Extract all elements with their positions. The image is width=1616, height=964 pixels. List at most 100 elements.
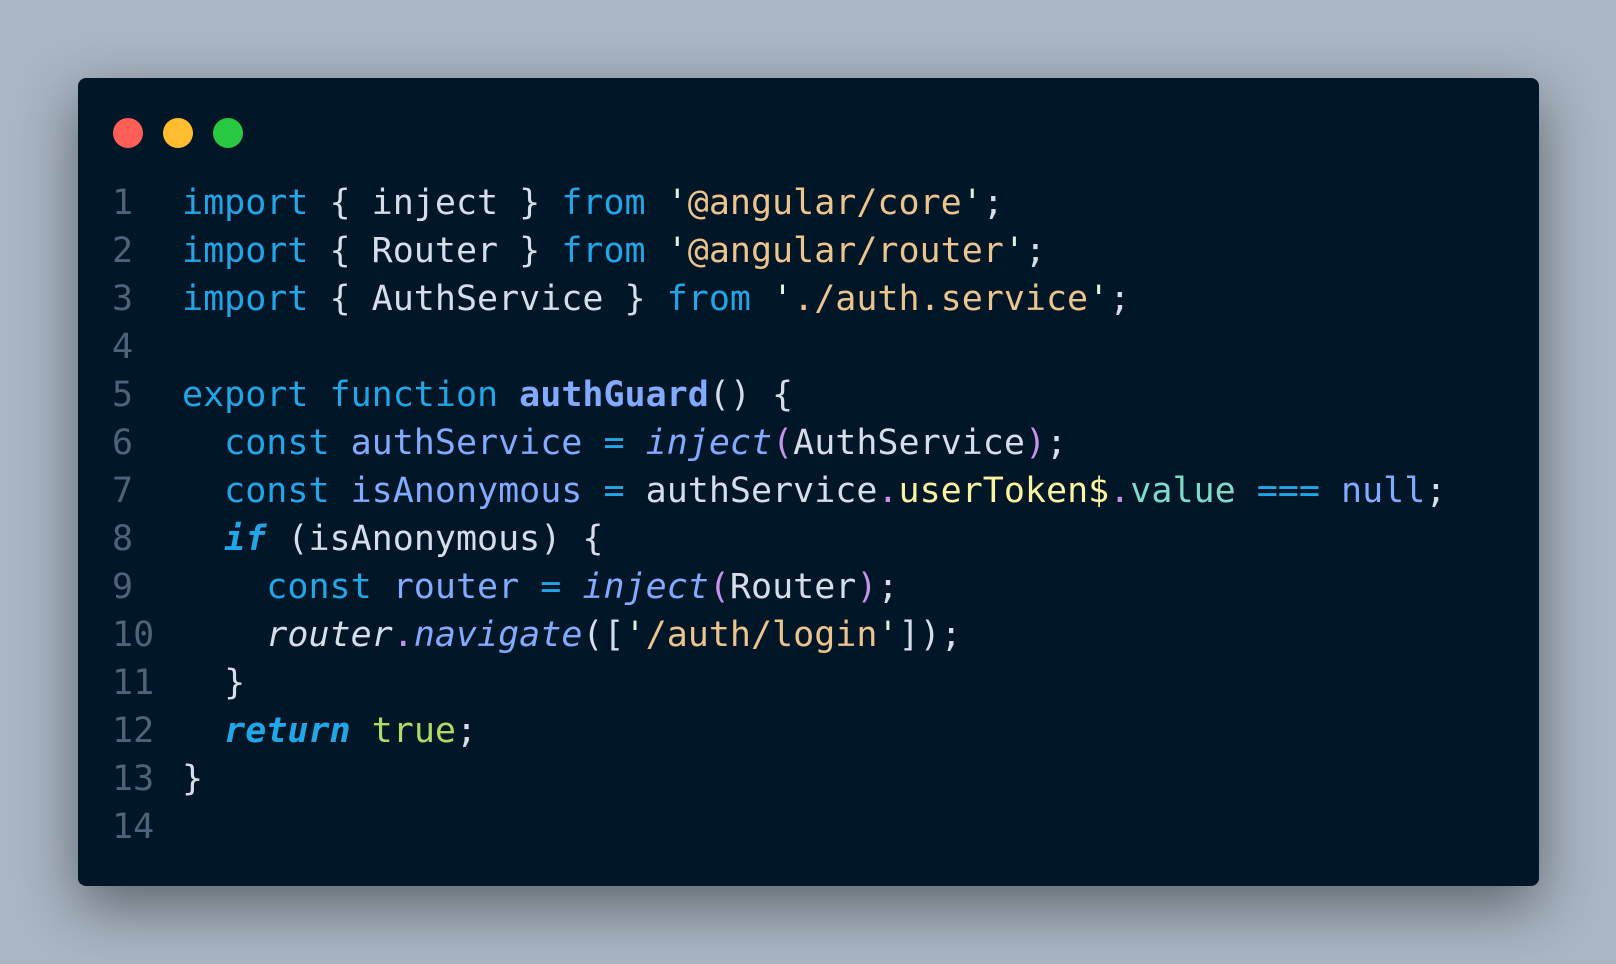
code-text: import { AuthService } from './auth.serv… xyxy=(182,275,1130,323)
code-token: ' xyxy=(666,183,688,223)
code-text: } xyxy=(182,755,203,803)
code-token: . xyxy=(1109,471,1131,511)
line-number: 4 xyxy=(112,327,134,367)
code-token: userToken$ xyxy=(898,471,1110,511)
maximize-icon[interactable] xyxy=(213,118,243,148)
line-number: 13 xyxy=(112,759,155,799)
code-token: @angular/core xyxy=(687,183,962,223)
code-text: if (isAnonymous) { xyxy=(182,515,603,563)
code-token: inject xyxy=(645,423,773,463)
code-token: function xyxy=(329,375,499,415)
code-token: const xyxy=(224,423,330,463)
code-token: . xyxy=(877,471,899,511)
code-token: = xyxy=(540,567,562,607)
code-token: === xyxy=(1256,471,1320,511)
code-token: ' xyxy=(624,615,646,655)
code-token: authService xyxy=(624,471,878,511)
line-number: 9 xyxy=(112,567,134,607)
code-token: ; xyxy=(877,567,899,607)
minimize-icon[interactable] xyxy=(163,118,193,148)
code-token: ( xyxy=(708,567,730,607)
code-token: /auth/login xyxy=(645,615,878,655)
line-number: 3 xyxy=(112,279,134,319)
code-token: value xyxy=(1130,471,1236,511)
code-token: AuthService xyxy=(793,423,1025,463)
code-token: ' xyxy=(961,183,983,223)
code-token: ( xyxy=(772,423,794,463)
code-token: const xyxy=(266,567,372,607)
code-token: = xyxy=(603,423,625,463)
code-line: 12 return true; xyxy=(112,707,1446,755)
code-line: 10 router.navigate(['/auth/login']); xyxy=(112,611,1446,659)
code-text: return true; xyxy=(182,707,477,755)
code-token: authGuard xyxy=(519,375,709,415)
code-token: true xyxy=(371,711,456,751)
code-token: ' xyxy=(666,231,688,271)
code-token: . xyxy=(392,615,414,655)
line-number: 2 xyxy=(112,231,134,271)
code-line: 14 xyxy=(112,803,1446,851)
code-text: const isAnonymous = authService.userToke… xyxy=(182,467,1446,515)
line-number: 12 xyxy=(112,711,155,751)
line-number: 14 xyxy=(112,807,155,847)
line-number: 8 xyxy=(112,519,134,559)
code-line: 5 export function authGuard() { xyxy=(112,371,1446,419)
code-line: 9 const router = inject(Router); xyxy=(112,563,1446,611)
code-token: ' xyxy=(1088,279,1110,319)
code-text: router.navigate(['/auth/login']); xyxy=(182,611,962,659)
code-token: const xyxy=(224,471,330,511)
close-icon[interactable] xyxy=(113,118,143,148)
code-token: isAnonymous xyxy=(350,471,583,511)
line-number: 6 xyxy=(112,423,134,463)
code-line: 2 import { Router } from '@angular/router… xyxy=(112,227,1446,275)
line-number: 1 xyxy=(112,183,134,223)
code-token: ; xyxy=(1425,471,1447,511)
code-token: Router xyxy=(729,567,857,607)
code-token: ]); xyxy=(898,615,962,655)
code-text: const authService = inject(AuthService); xyxy=(182,419,1067,467)
code-token: ; xyxy=(1024,231,1046,271)
code-token: import xyxy=(182,279,309,319)
code-token: (isAnonymous) { xyxy=(266,519,604,559)
code-token: ' xyxy=(772,279,794,319)
code-token: router xyxy=(392,567,520,607)
code-token: ; xyxy=(1046,423,1068,463)
code-token: authService xyxy=(350,423,583,463)
code-line: 13} xyxy=(112,755,1446,803)
code-token: ) xyxy=(856,567,878,607)
code-token: if xyxy=(224,519,267,559)
code-token: } xyxy=(182,759,204,799)
code-token: inject xyxy=(582,567,709,607)
code-text: import { inject } from '@angular/core'; xyxy=(182,179,1004,227)
code-line: 11 } xyxy=(112,659,1446,707)
code-token: null xyxy=(1341,471,1426,511)
code-text: } xyxy=(182,659,245,707)
line-number: 11 xyxy=(112,663,155,703)
code-line: 7 const isAnonymous = authService.userTo… xyxy=(112,467,1446,515)
code-token: import xyxy=(182,231,309,271)
code-token: from xyxy=(561,231,646,271)
code-token: ; xyxy=(982,183,1004,223)
code-line: 8 if (isAnonymous) { xyxy=(112,515,1446,563)
code-token: import xyxy=(182,183,309,223)
